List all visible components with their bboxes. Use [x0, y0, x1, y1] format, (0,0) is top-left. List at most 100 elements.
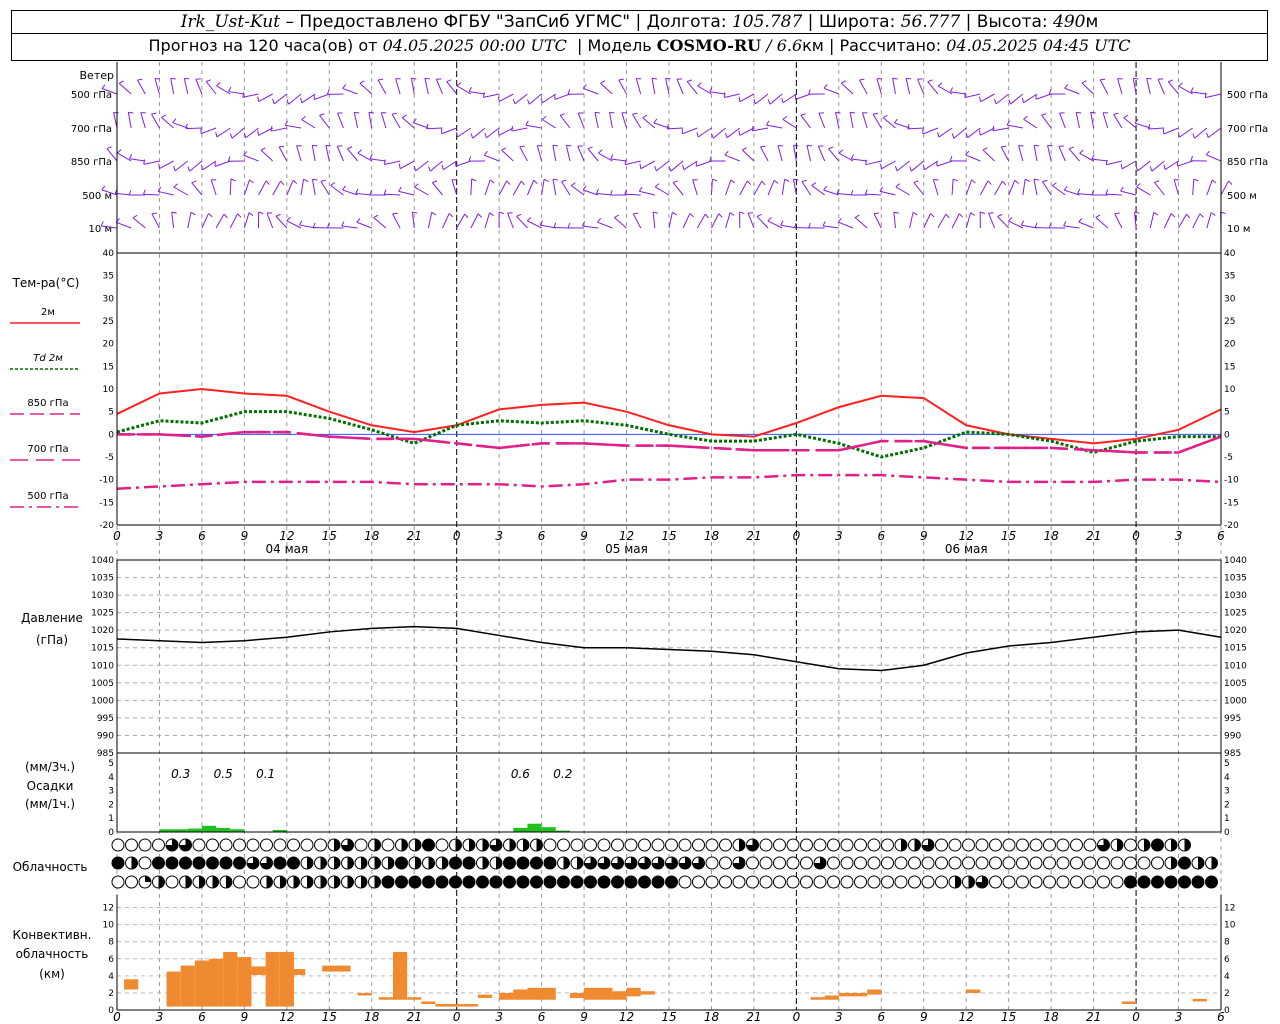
wind-barb [415, 160, 429, 172]
cloud-circle [125, 838, 138, 852]
cloud-half-fill [577, 857, 583, 869]
cloud-half-fill [280, 876, 286, 888]
conv-tick-right: 4 [1224, 972, 1230, 982]
wind-barb-flag [654, 165, 657, 172]
wind-barb [806, 145, 812, 162]
cloud-cover-symbol [354, 838, 368, 852]
wind-barb [583, 87, 599, 95]
wind-barb-flag [958, 213, 964, 218]
wind-barb-flag [143, 189, 146, 195]
wind-barb [398, 190, 415, 196]
temp-tick-right: -20 [1224, 521, 1239, 531]
wind-barb [435, 79, 444, 95]
wind-barb [483, 93, 500, 98]
cloud-cover-symbol [651, 856, 665, 870]
wind-barb [672, 182, 684, 196]
wind-barb [216, 85, 231, 95]
temp-x-tick-label: 3 [495, 529, 503, 543]
cloud-half-fill [361, 876, 367, 888]
cloud-circle [570, 838, 584, 852]
temp-legend-label: 500 гПа [27, 491, 68, 502]
wind-barb-flag [501, 147, 507, 151]
cloud-circle [800, 838, 813, 852]
cloud-cover-symbol [368, 856, 381, 870]
precip-tick-left: 0 [108, 828, 114, 838]
conv-x-tick-label: 18 [704, 1010, 720, 1024]
wind-barb-flag [811, 182, 817, 186]
cloud-cover-symbol [638, 875, 651, 889]
cloud-cover-symbol [1043, 856, 1056, 870]
cloud-cover-symbol [678, 838, 692, 852]
wind-barb-flag [151, 112, 157, 115]
cloud-circle [705, 838, 719, 852]
cloud-circle [746, 856, 759, 870]
convective-cloud-bar [124, 979, 139, 990]
wind-barb [242, 93, 259, 98]
convective-cloud-bar [584, 987, 613, 1000]
wind-barb-flag [1033, 178, 1040, 181]
wind-barb [229, 213, 238, 229]
cloud-half-fill [374, 857, 381, 869]
cloud-cover-symbol [773, 875, 786, 889]
cloud-half-fill [266, 876, 273, 888]
pres-tick-left: 1040 [91, 556, 114, 566]
wind-barb-flag [970, 212, 976, 216]
wind-barb [516, 215, 528, 229]
temp-x-tick-label: 21 [407, 529, 422, 543]
wind-barb [1023, 93, 1038, 104]
cloud-circle [1083, 838, 1097, 852]
cloud-cover-symbol [503, 856, 516, 870]
cloud-cover-symbol [449, 856, 462, 870]
convective-cloud-bar [279, 951, 294, 1007]
wind-barb-flag [391, 112, 398, 115]
wind-barb [1091, 158, 1108, 162]
cloud-cover-symbol [476, 838, 489, 852]
wind-barb-flag [342, 185, 346, 191]
cloud-cover-symbol [786, 856, 800, 870]
cloud-circle [1097, 856, 1110, 870]
wind-barb-flag [597, 218, 602, 223]
wind-barb [1148, 127, 1165, 130]
wind-barb [424, 78, 429, 95]
wind-barb-flag [1113, 112, 1119, 115]
cloud-cover-symbol [570, 856, 584, 870]
wind-barb [577, 112, 585, 129]
cloud-cover-symbol [138, 856, 152, 870]
cloud-cover-symbol [368, 875, 381, 889]
wind-barb-flag [258, 211, 264, 215]
pres-tick-left: 1030 [91, 591, 114, 601]
temp-tick-right: -5 [1224, 453, 1233, 463]
wind-barb [1137, 160, 1151, 172]
cloud-cover-symbol [516, 856, 530, 870]
cloud-cover-symbol [597, 856, 611, 870]
temp-x-tick-label: 15 [322, 529, 337, 543]
wind-barb [997, 216, 1010, 229]
convective-cloud-bar [223, 951, 238, 1007]
wind-barb [118, 82, 132, 95]
precip-amount-label: 0.1 [256, 767, 275, 781]
wind-barb [577, 146, 585, 162]
cloud-cover-symbol [1070, 838, 1083, 852]
wind-barb [1206, 154, 1222, 162]
cloud-circle [773, 838, 786, 852]
wind-barb-flag [949, 156, 953, 162]
cloud-cover-symbol [1043, 875, 1056, 889]
date-label: 04 мая [265, 542, 308, 556]
wind-barb [697, 85, 712, 95]
wind-barb [670, 160, 684, 172]
wind-barb [195, 78, 203, 95]
wind-barb [1033, 179, 1038, 196]
wind-barb [652, 212, 656, 229]
wind-barb [413, 122, 429, 129]
cloud-circle [165, 875, 179, 889]
wind-barb [174, 160, 189, 172]
precip-tick-left: 3 [108, 787, 114, 797]
cloud-circle [1124, 875, 1137, 889]
cloud-cover-symbol [800, 838, 813, 852]
wind-barb [401, 117, 415, 129]
wind-barb [1192, 179, 1195, 196]
convective-cloud-bar [513, 989, 528, 1000]
cloud-cover-symbol [692, 875, 705, 889]
wind-barb-flag [850, 111, 856, 114]
wind-barb [837, 193, 854, 196]
